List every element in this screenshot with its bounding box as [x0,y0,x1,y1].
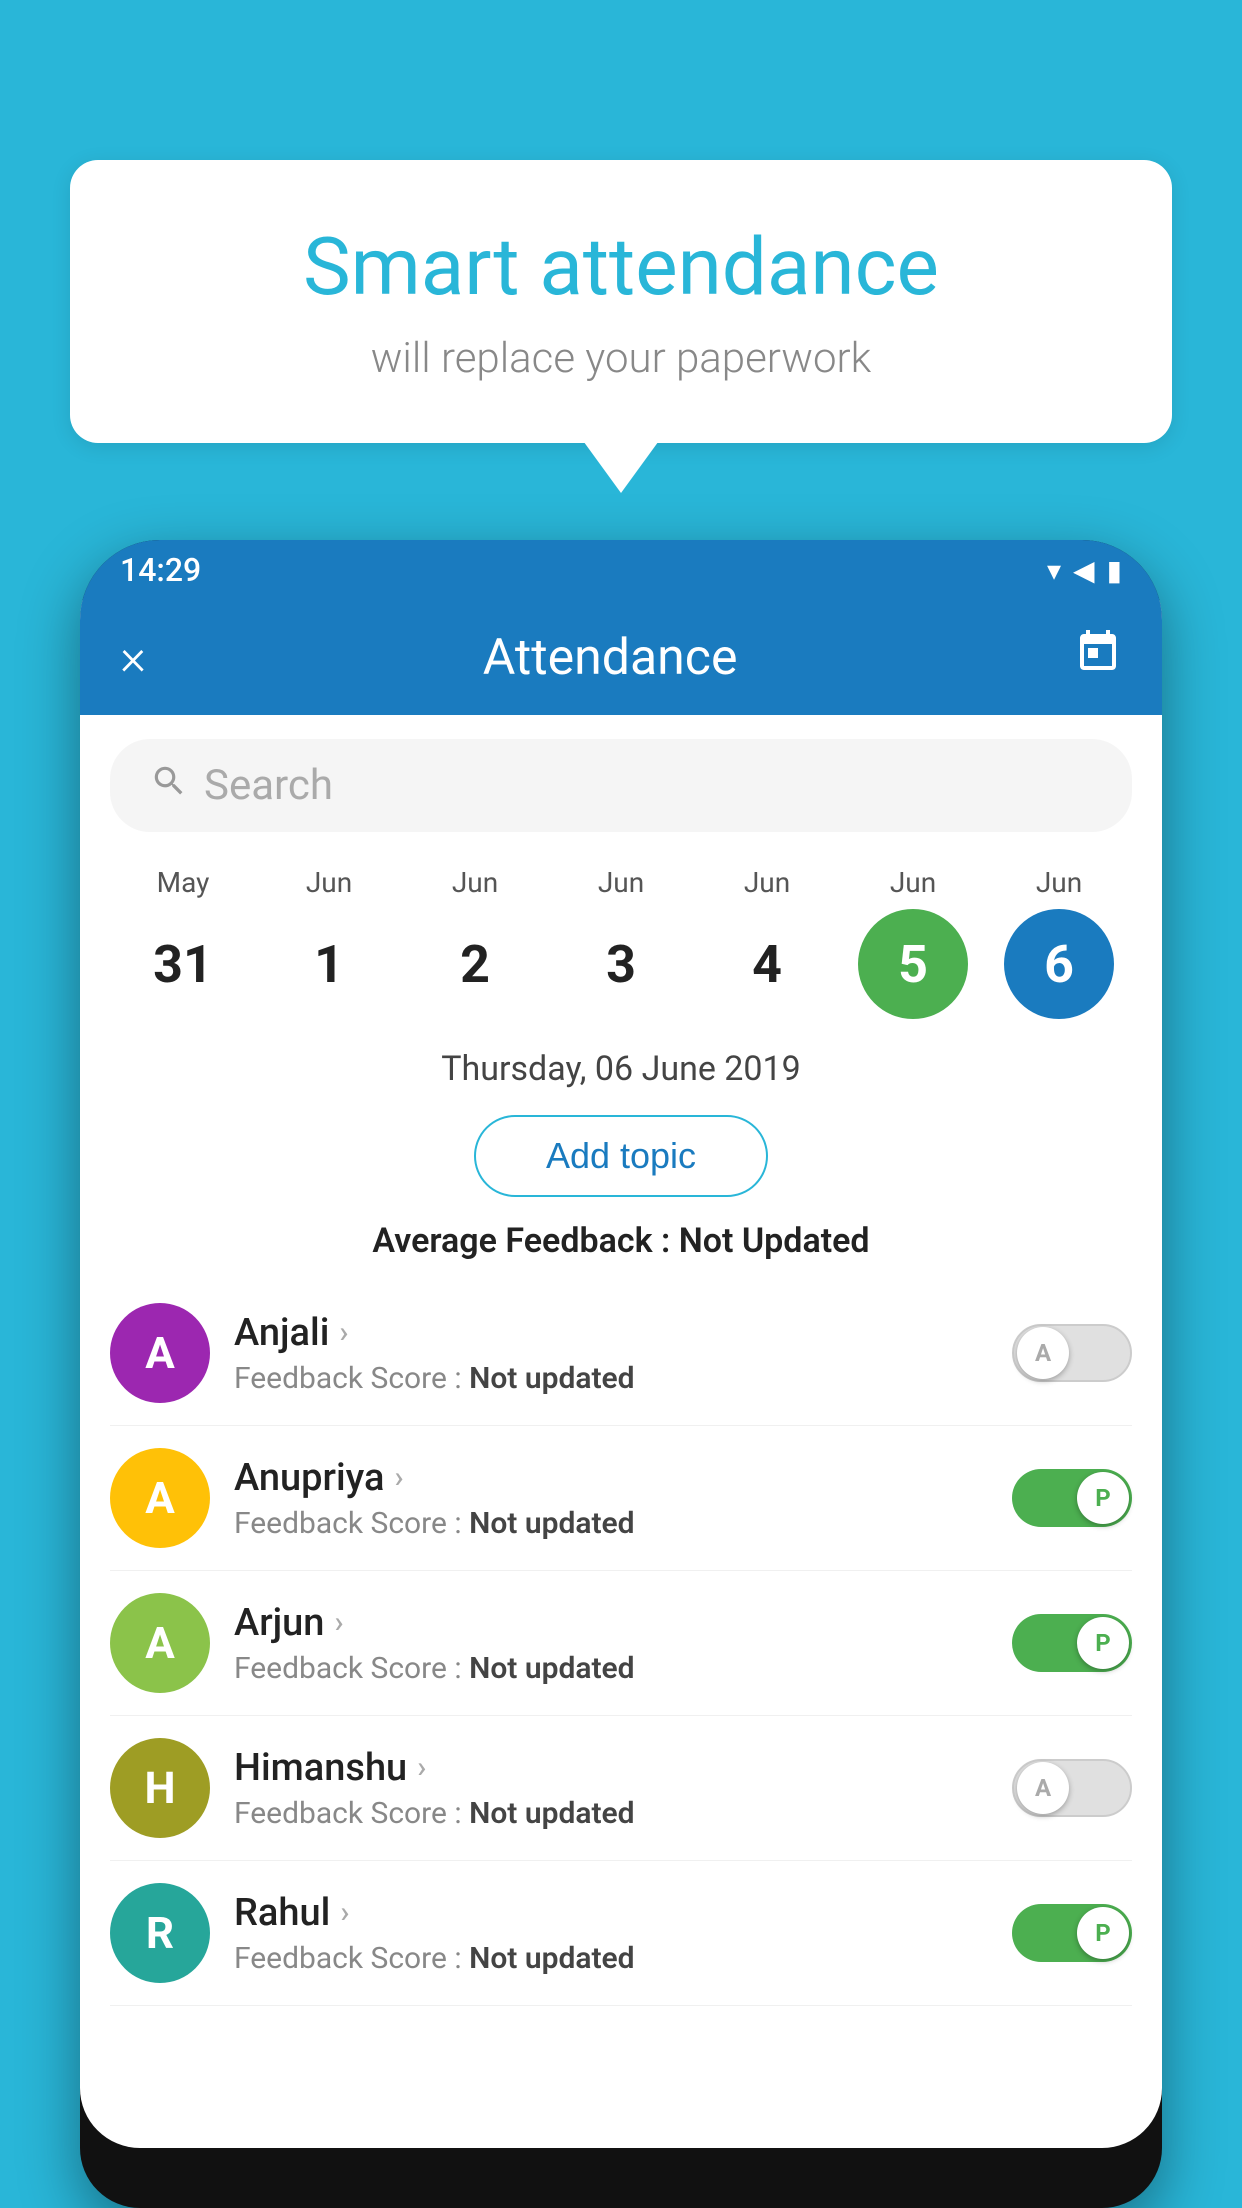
student-name: Himanshu › [234,1746,988,1790]
cal-month-label: Jun [306,866,352,899]
calendar-icon[interactable] [1074,628,1122,687]
student-name: Anupriya › [234,1456,988,1500]
attendance-toggle[interactable]: P [1012,1614,1132,1672]
student-info: Rahul › Feedback Score : Not updated [234,1891,988,1976]
speech-bubble: Smart attendance will replace your paper… [70,160,1172,443]
toggle-knob: P [1077,1617,1129,1669]
calendar-day[interactable]: Jun 6 [994,866,1124,1019]
search-icon [150,762,188,810]
cal-month-label: Jun [598,866,644,899]
student-chevron-icon: › [394,1460,403,1495]
student-avatar: A [110,1303,210,1403]
calendar-day[interactable]: Jun 5 [848,866,978,1019]
student-info: Anjali › Feedback Score : Not updated [234,1311,988,1396]
student-row[interactable]: H Himanshu › Feedback Score : Not updated A [110,1716,1132,1861]
speech-bubble-container: Smart attendance will replace your paper… [70,160,1172,443]
student-avatar: H [110,1738,210,1838]
cal-date-number[interactable]: 1 [274,909,384,1019]
wifi-icon: ▾ [1047,554,1061,587]
toggle-knob: P [1077,1907,1129,1959]
student-chevron-icon: › [339,1315,348,1350]
attendance-toggle[interactable]: A [1012,1759,1132,1817]
student-info: Himanshu › Feedback Score : Not updated [234,1746,988,1831]
avg-feedback-value: Not Updated [679,1221,870,1261]
student-chevron-icon: › [340,1895,349,1930]
toggle-knob: A [1017,1327,1069,1379]
student-name: Arjun › [234,1601,988,1645]
student-row[interactable]: A Anjali › Feedback Score : Not updated A [110,1281,1132,1426]
status-bar: 14:29 ▾ ◀ ▮ [80,540,1162,600]
student-feedback: Feedback Score : Not updated [234,1941,988,1976]
phone-frame: 14:29 ▾ ◀ ▮ × Attendance Search [80,540,1162,2208]
status-time: 14:29 [120,551,201,589]
student-row[interactable]: A Anupriya › Feedback Score : Not updated P [110,1426,1132,1571]
student-chevron-icon: › [417,1750,426,1785]
add-topic-button[interactable]: Add topic [474,1115,768,1197]
page-title: Attendance [483,629,738,687]
calendar-day[interactable]: Jun 4 [702,866,832,1019]
cal-month-label: Jun [452,866,498,899]
student-feedback: Feedback Score : Not updated [234,1506,988,1541]
search-bar[interactable]: Search [110,739,1132,832]
student-name: Rahul › [234,1891,988,1935]
calendar-day[interactable]: Jun 1 [264,866,394,1019]
bubble-title: Smart attendance [150,220,1092,314]
cal-month-label: May [157,866,210,899]
battery-icon: ▮ [1107,554,1122,587]
bubble-subtitle: will replace your paperwork [150,334,1092,383]
student-info: Anupriya › Feedback Score : Not updated [234,1456,988,1541]
student-list: AAnjali ›Feedback Score : Not updatedAAA… [80,1281,1162,2148]
app-header: × Attendance [80,600,1162,715]
calendar-day[interactable]: Jun 2 [410,866,540,1019]
cal-month-label: Jun [744,866,790,899]
student-avatar: R [110,1883,210,1983]
cal-date-number[interactable]: 31 [128,909,238,1019]
student-name: Anjali › [234,1311,988,1355]
attendance-toggle[interactable]: P [1012,1904,1132,1962]
calendar-strip: May 31 Jun 1 Jun 2 Jun 3 Jun 4 Jun 5 Jun 6 [80,856,1162,1039]
calendar-day[interactable]: Jun 3 [556,866,686,1019]
cal-date-number[interactable]: 5 [858,909,968,1019]
attendance-toggle[interactable]: P [1012,1469,1132,1527]
student-avatar: A [110,1448,210,1548]
calendar-day[interactable]: May 31 [118,866,248,1019]
cal-date-number[interactable]: 3 [566,909,676,1019]
app-content: × Attendance Search May31Jun1Jun2Jun3Jun… [80,600,1162,2148]
attendance-toggle[interactable]: A [1012,1324,1132,1382]
student-feedback: Feedback Score : Not updated [234,1651,988,1686]
close-button[interactable]: × [120,629,146,687]
student-avatar: A [110,1593,210,1693]
average-feedback: Average Feedback : Not Updated [80,1213,1162,1281]
avg-feedback-label: Average Feedback : [372,1221,670,1261]
toggle-knob: P [1077,1472,1129,1524]
cal-date-number[interactable]: 2 [420,909,530,1019]
student-info: Arjun › Feedback Score : Not updated [234,1601,988,1686]
student-row[interactable]: A Arjun › Feedback Score : Not updated P [110,1571,1132,1716]
student-feedback: Feedback Score : Not updated [234,1796,988,1831]
search-placeholder: Search [204,761,333,810]
cal-date-number[interactable]: 4 [712,909,822,1019]
cal-date-number[interactable]: 6 [1004,909,1114,1019]
student-row[interactable]: R Rahul › Feedback Score : Not updated P [110,1861,1132,2006]
toggle-knob: A [1017,1762,1069,1814]
student-feedback: Feedback Score : Not updated [234,1361,988,1396]
status-icons: ▾ ◀ ▮ [1047,554,1122,587]
selected-date-label: Thursday, 06 June 2019 [80,1039,1162,1099]
cal-month-label: Jun [1036,866,1082,899]
signal-icon: ◀ [1073,554,1095,587]
cal-month-label: Jun [890,866,936,899]
student-chevron-icon: › [334,1605,343,1640]
